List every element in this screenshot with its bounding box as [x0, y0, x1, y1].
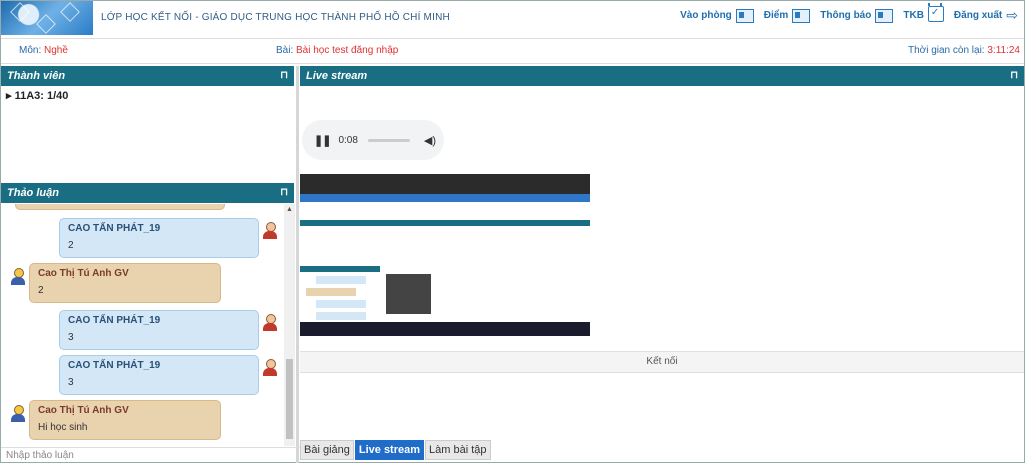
message-author: CAO TẤN PHÁT_19	[68, 315, 161, 326]
tab-lecture[interactable]: Bài giảng	[300, 440, 354, 460]
shared-taskbar	[300, 322, 590, 336]
panel-divider[interactable]	[296, 66, 299, 463]
time-label: Thời gian còn lại:	[907, 45, 985, 56]
class-entry: 11A3: 1/40	[14, 90, 69, 102]
id-card-icon[interactable]	[792, 8, 811, 23]
pin-icon[interactable]: ⊓	[280, 183, 288, 203]
tab-assignment[interactable]: Làm bài tập	[425, 440, 491, 460]
id-card-icon[interactable]	[735, 8, 754, 23]
logout-icon[interactable]: ⇨	[1006, 7, 1018, 24]
student-avatar-icon	[263, 314, 277, 332]
message-author: CAO TẤN PHÁT_19	[68, 360, 161, 371]
live-panel-header: Live stream ⊓	[300, 66, 1024, 86]
chat-message-partial	[15, 204, 225, 210]
message-author: Cao Thị Tú Anh GV	[38, 268, 129, 279]
chat-messages: CAO TẤN PHÁT_19 2 Cao Thị Tú Anh GV 2 CA…	[1, 204, 284, 446]
chat-message: Cao Thị Tú Anh GV Hi học sinh	[29, 400, 221, 440]
app-title: LỚP HỌC KẾT NỐI - GIÁO DỤC TRUNG HỌC THÀ…	[101, 12, 450, 23]
top-nav: Vào phòng Điểm Thông báo TKB Đăng xuất ⇨	[680, 2, 1018, 24]
time-remaining: Thời gian còn lại: 3:11:24	[908, 45, 1020, 56]
pin-icon[interactable]: ⊓	[280, 66, 288, 86]
audio-progress[interactable]	[367, 138, 410, 142]
message-author: Cao Thị Tú Anh GV	[38, 405, 129, 416]
chat-message: CAO TẤN PHÁT_19 3	[59, 310, 259, 350]
app-logo	[1, 1, 93, 35]
tab-live-stream[interactable]: Live stream	[354, 440, 425, 460]
shared-browser-chrome	[300, 174, 590, 194]
message-text: 2	[68, 240, 74, 251]
lesson-value: Bài học test đăng nhập	[296, 45, 399, 56]
volume-icon[interactable]: ◀)	[424, 134, 436, 147]
message-author: CAO TẤN PHÁT_19	[68, 223, 161, 234]
lesson-info-bar: Môn: Nghề Bài: Bài học test đăng nhập Th…	[1, 38, 1024, 64]
scroll-up-icon[interactable]: ▲	[286, 206, 293, 213]
message-text: 3	[68, 377, 74, 388]
calendar-icon[interactable]	[927, 2, 944, 22]
discussion-panel-header: Thảo luận ⊓	[1, 183, 294, 203]
top-bar: LỚP HỌC KẾT NỐI - GIÁO DỤC TRUNG HỌC THÀ…	[1, 1, 1024, 35]
connect-button[interactable]: Kết nối	[300, 351, 1024, 373]
nav-grades[interactable]: Điểm	[764, 10, 788, 21]
live-panel-title: Live stream	[306, 70, 368, 82]
teacher-avatar-icon	[11, 405, 25, 423]
time-value: 3:11:24	[987, 45, 1020, 56]
nav-logout[interactable]: Đăng xuất	[954, 10, 1002, 21]
nav-notifications[interactable]: Thông báo	[820, 10, 871, 21]
members-panel-title: Thành viên	[7, 70, 66, 82]
lesson-label: Bài:	[276, 45, 294, 56]
nav-join-room[interactable]: Vào phòng	[680, 10, 732, 21]
chat-scrollbar[interactable]: ▲	[284, 204, 295, 446]
student-avatar-icon	[263, 359, 277, 377]
members-panel-header: Thành viên ⊓	[1, 66, 294, 86]
nav-schedule[interactable]: TKB	[903, 10, 924, 21]
bottom-tabs: Bài giảng Live stream Làm bài tập	[300, 440, 492, 460]
pin-icon[interactable]: ⊓	[1010, 66, 1018, 86]
pause-icon[interactable]: ❚❚	[314, 134, 331, 147]
message-text: 3	[68, 332, 74, 343]
chat-message: CAO TẤN PHÁT_19 3	[59, 355, 259, 395]
chat-message: Cao Thị Tú Anh GV 2	[29, 263, 221, 303]
id-card-icon[interactable]	[875, 8, 894, 23]
audio-player[interactable]: ❚❚ 0:08 ◀)	[302, 120, 444, 160]
subject-label: Môn:	[19, 45, 42, 56]
lesson-info: Bài: Bài học test đăng nhập	[276, 45, 398, 56]
message-text: 2	[38, 285, 44, 296]
teacher-avatar-icon	[11, 268, 25, 286]
scroll-thumb[interactable]	[286, 359, 293, 439]
message-text: Hi học sinh	[38, 422, 88, 433]
student-avatar-icon	[263, 222, 277, 240]
shared-page	[300, 194, 590, 322]
subject-value: Nghề	[44, 45, 68, 56]
screen-share-preview	[300, 174, 590, 336]
discussion-panel-title: Thảo luận	[7, 187, 59, 199]
audio-time: 0:08	[338, 134, 358, 146]
caret-right-icon[interactable]: ▸	[6, 90, 12, 102]
subject-info: Môn: Nghề	[19, 45, 68, 56]
class-tree-item[interactable]: ▸ 11A3: 1/40	[6, 89, 68, 102]
chat-message: CAO TẤN PHÁT_19 2	[59, 218, 259, 258]
chat-input[interactable]: Nhập thảo luận	[1, 447, 300, 463]
